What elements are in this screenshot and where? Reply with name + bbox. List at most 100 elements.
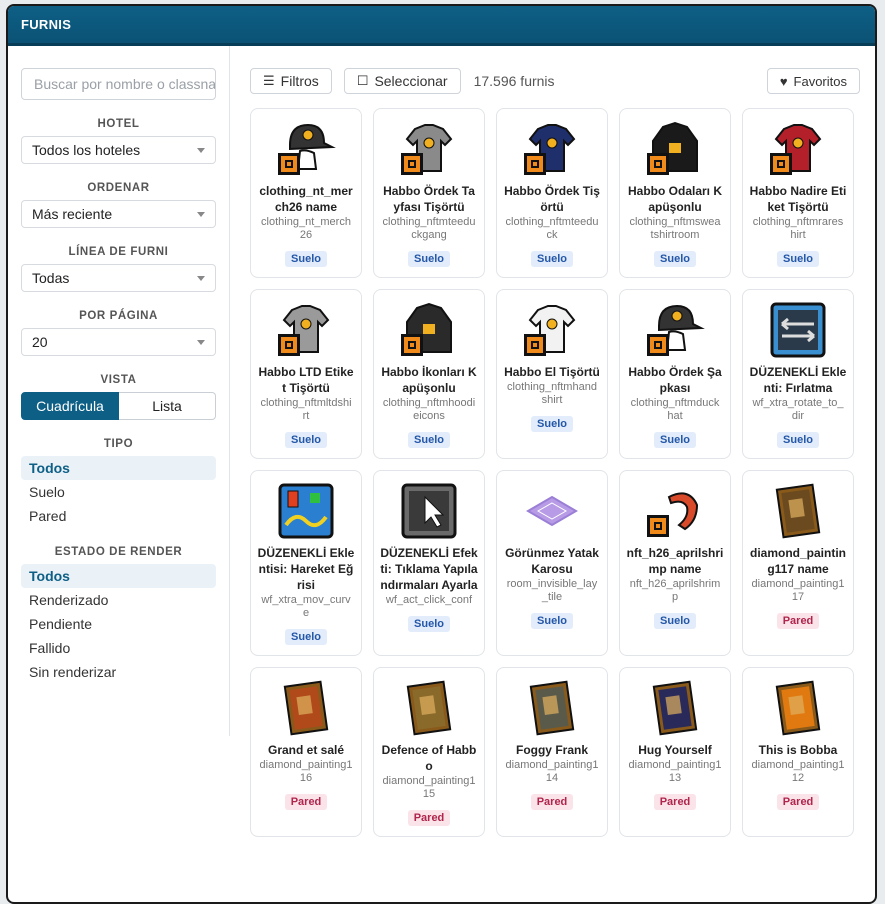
type-badge: Suelo [531,251,573,267]
furni-card[interactable]: This is Bobba diamond_painting112 Pared [742,667,854,837]
furni-grid: clothing_nt_merch26 name clothing_nt_merc… [250,108,860,848]
render-option-unrendered[interactable]: Sin renderizar [21,660,216,684]
furni-classname: clothing_nftmteeduckgang [382,216,476,241]
furni-card[interactable]: Görünmez Yatak Karosu room_invisible_lay_… [496,470,608,656]
shirt-icon [768,119,828,179]
furni-card[interactable]: DÜZENEKLİ Eklentisi: Hareket Eğrisi wf_xt… [250,470,362,656]
furni-card[interactable]: Habbo İkonları Kapüşonlu clothing_nftmhoo… [373,289,485,459]
furni-card[interactable]: Habbo El Tişörtü clothing_nftmhandshirt Su… [496,289,608,459]
furni-name: DÜZENEKLİ Eklentisi: Hareket Eğrisi [257,546,355,592]
furni-classname: clothing_nftmsweatshirtroom [629,216,721,241]
furni-card[interactable]: Foggy Frank diamond_painting114 Pared [496,667,608,837]
furni-card[interactable]: DÜZENEKLİ Eklenti: Fırlatma wf_xtra_rotat… [742,289,854,459]
shirt-icon [522,300,582,360]
painting-icon [399,678,459,738]
filters-button[interactable]: ☰ Filtros [250,68,332,94]
render-option-pending[interactable]: Pendiente [21,612,216,636]
furni-name: Habbo El Tişörtü [504,365,600,379]
furni-classname: diamond_painting117 [751,578,845,603]
furni-card[interactable]: Habbo Nadire Etiket Tişörtü clothing_nftm… [742,108,854,278]
type-option-all[interactable]: Todos [21,456,216,480]
type-badge: Pared [407,810,451,826]
furni-name: Defence of Habbo [381,743,477,773]
furni-card[interactable]: Hug Yourself diamond_painting113 Pared [619,667,731,837]
furni-name: Habbo İkonları Kapüşonlu [381,365,477,395]
furni-name: clothing_nt_merch26 name [259,184,353,214]
window-title: FURNIS [8,6,875,46]
type-label: TIPO [103,438,134,450]
chevron-down-icon [197,275,205,281]
shirt-icon [276,300,336,360]
line-select[interactable]: Todas [21,264,216,292]
furni-name: DÜZENEKLİ Eklenti: Fırlatma [749,365,847,395]
furni-card[interactable]: Grand et salé diamond_painting116 Pared [250,667,362,837]
furni-classname: wf_act_click_conf [385,594,473,606]
order-select[interactable]: Más reciente [21,200,216,228]
type-option-wall[interactable]: Pared [21,504,216,528]
furni-card[interactable]: Habbo Odaları Kapüşonlu clothing_nftmswea… [619,108,731,278]
furni-name: Habbo Ördek Tayfası Tişörtü [383,184,475,214]
furni-name: This is Bobba [758,743,838,757]
furni-classname: diamond_painting114 [505,759,599,784]
painting-icon [276,678,336,738]
type-badge: Pared [284,794,328,810]
chevron-down-icon [197,339,205,345]
furni-name: Habbo LTD Etiket Tişörtü [258,365,354,395]
furni-name: DÜZENEKLİ Efekti: Tıklama Yapılandırmala… [380,546,478,592]
select-button[interactable]: ☐ Seleccionar [343,68,461,94]
list-view-button[interactable]: Lista [119,392,216,420]
furni-classname: diamond_painting112 [751,759,845,784]
search-input[interactable]: Buscar por nombre o classname [21,68,216,100]
wired-click-icon [399,481,459,541]
furni-classname: clothing_nftmteeduck [505,216,599,241]
per-page-select-value: 20 [32,334,48,350]
type-option-floor[interactable]: Suelo [21,480,216,504]
furni-name: Habbo Ördek Tişörtü [504,184,600,214]
grid-view-button[interactable]: Cuadrícula [21,392,119,420]
wired-rotate-icon [768,300,828,360]
furni-classname: room_invisible_lay_tile [506,578,598,603]
type-badge: Suelo [531,613,573,629]
furni-card[interactable]: clothing_nt_merch26 name clothing_nt_merc… [250,108,362,278]
chevron-down-icon [197,147,205,153]
type-badge: Suelo [654,251,696,267]
type-badge: Suelo [777,432,819,448]
filters-button-label: Filtros [280,73,319,89]
per-page-select[interactable]: 20 [21,328,216,356]
furni-card[interactable]: Habbo Ördek Şapkası clothing_nftmduckhat S… [619,289,731,459]
render-option-rendered[interactable]: Renderizado [21,588,216,612]
type-badge: Suelo [285,629,327,645]
furni-card[interactable]: Habbo LTD Etiket Tişörtü clothing_nftmltd… [250,289,362,459]
shirt-icon [522,119,582,179]
furni-card[interactable]: Habbo Ördek Tayfası Tişörtü clothing_nftm… [373,108,485,278]
furni-classname: diamond_painting115 [382,775,476,800]
furni-name: nft_h26_aprilshrimp name [626,546,724,576]
render-option-all[interactable]: Todos [21,564,216,588]
type-badge: Pared [776,794,820,810]
furni-card[interactable]: nft_h26_aprilshrimp name nft_h26_aprilshr… [619,470,731,656]
type-badge: Suelo [285,251,327,267]
toolbar: ☰ Filtros ☐ Seleccionar 17.596 furnis ♥ … [250,68,860,94]
heart-icon: ♥ [779,73,788,89]
type-badge: Suelo [408,616,450,632]
type-badge: Pared [776,613,820,629]
furni-classname: clothing_nftmhoodieicons [382,397,476,422]
render-option-failed[interactable]: Fallido [21,636,216,660]
furni-card[interactable]: DÜZENEKLİ Efekti: Tıklama Yapılandırmala… [373,470,485,656]
furni-card[interactable]: Defence of Habbo diamond_painting115 Pared [373,667,485,837]
hotel-select[interactable]: Todos los hoteles [21,136,216,164]
type-badge: Suelo [654,613,696,629]
type-badge: Suelo [654,432,696,448]
furni-card[interactable]: diamond_painting117 name diamond_painting… [742,470,854,656]
furni-classname: clothing_nt_merch26 [261,216,351,241]
type-badge: Pared [530,794,574,810]
per-page-label: POR PÁGINA [79,310,158,322]
furni-classname: wf_xtra_mov_curve [261,594,351,619]
furni-card[interactable]: Habbo Ördek Tişörtü clothing_nftmteeduck S… [496,108,608,278]
furni-name: diamond_painting117 name [750,546,846,576]
favorites-button-label: Favoritos [793,73,847,89]
checkbox-icon: ☐ [356,73,369,88]
favorites-button[interactable]: ♥ Favoritos [766,68,860,94]
cap-icon [645,300,705,360]
type-badge: Suelo [285,432,327,448]
